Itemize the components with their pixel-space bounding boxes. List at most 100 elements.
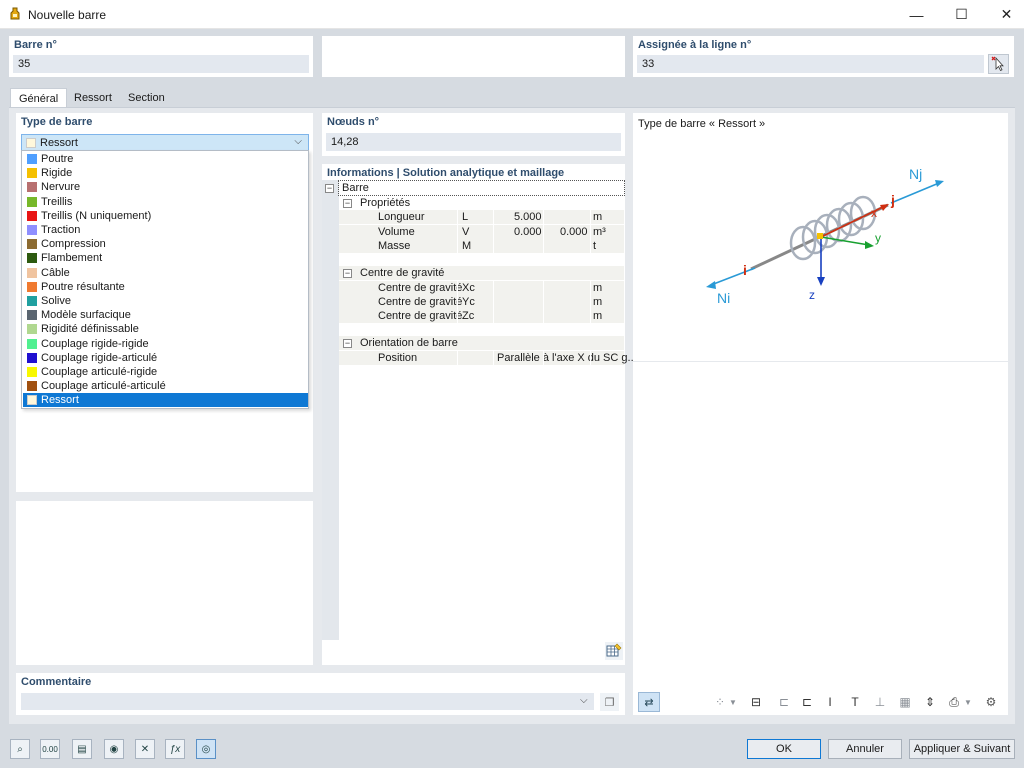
table-button[interactable]: ▤ — [72, 739, 92, 759]
column-separator — [457, 210, 458, 225]
dim-left-button[interactable]: ⊏ — [774, 692, 794, 712]
bar-type-option[interactable]: Couplage articulé-articulé — [23, 379, 308, 393]
member-section-button[interactable]: ⊟ — [746, 692, 766, 712]
app-icon — [10, 7, 20, 20]
nodes-field[interactable]: 14,28 — [326, 133, 621, 151]
maximize-button[interactable]: ☐ — [939, 0, 984, 29]
minimize-button[interactable]: — — [894, 0, 939, 29]
bar-type-option-label: Poutre résultante — [41, 280, 125, 293]
collapse-icon[interactable]: − — [343, 338, 352, 348]
tree-group-label: Orientation de barre — [360, 337, 458, 350]
chevron-down-icon: ▼ — [729, 697, 737, 707]
property-name: Longueur — [378, 211, 425, 224]
bar-type-option[interactable]: Couplage rigide-rigide — [23, 337, 308, 351]
table-icon: ▤ — [77, 743, 87, 755]
cursor-pick-icon — [991, 56, 1004, 72]
bar-type-option-label: Modèle surfacique — [41, 309, 131, 322]
property-symbol: Zc — [462, 310, 475, 323]
numeric-button[interactable]: 0.00 — [40, 739, 60, 759]
title-bar: Nouvelle barre — ☐ ✕ — [0, 0, 1024, 29]
apply-next-button[interactable]: Appliquer & Suivant — [909, 739, 1015, 759]
ok-button[interactable]: OK — [747, 739, 821, 759]
nodes-panel: Nœuds n° 14,28 — [322, 113, 625, 156]
bar-type-option-label: Compression — [41, 238, 106, 251]
bar-type-option-label: Couplage articulé-articulé — [41, 380, 166, 393]
i-section-button[interactable]: I — [820, 692, 840, 712]
comment-field[interactable] — [21, 693, 594, 710]
nj-arrow — [890, 182, 940, 204]
close-icon: ✕ — [1000, 6, 1013, 22]
close-button[interactable]: ✕ — [984, 0, 1024, 29]
bar-type-option[interactable]: Poutre — [23, 152, 308, 166]
print-dropdown[interactable]: ▼ — [962, 692, 974, 712]
bar-type-option-label: Flambement — [41, 252, 103, 265]
bar-type-option[interactable]: Rigide — [23, 166, 308, 180]
snap-icon: ⁘ — [714, 695, 726, 709]
search-button[interactable]: ⌕ — [10, 739, 30, 759]
minimize-icon: — — [909, 6, 924, 23]
export-table-button[interactable] — [605, 642, 623, 660]
display-button[interactable]: ◎ — [196, 739, 216, 759]
bar-number-field[interactable]: 35 — [13, 55, 309, 73]
bar-type-swatch — [27, 395, 37, 406]
cancel-button[interactable]: Annuler — [828, 739, 902, 759]
t-section-button[interactable]: T — [845, 692, 865, 712]
vertical-dim-button[interactable]: ⇕ — [920, 692, 940, 712]
underline-button[interactable]: ⊥ — [870, 692, 890, 712]
comment-copy-button[interactable]: ❐ — [600, 693, 619, 711]
grid-button[interactable]: ▦ — [895, 692, 915, 712]
bar-type-option[interactable]: Nervure — [23, 180, 308, 194]
bar-type-swatch — [27, 225, 37, 235]
nj-label: Nj — [909, 166, 922, 182]
bar-type-option[interactable]: Solive — [23, 294, 308, 308]
print-icon: ⎙ — [949, 694, 959, 709]
collapse-icon[interactable]: − — [343, 198, 352, 208]
bar-type-select[interactable]: Ressort ⌵ — [21, 134, 309, 151]
pick-line-button[interactable] — [988, 54, 1009, 74]
comment-label: Commentaire — [21, 676, 92, 688]
bar-type-option[interactable]: Poutre résultante — [23, 280, 308, 294]
snap-dropdown[interactable]: ▼ — [727, 692, 739, 712]
sync-view-button[interactable]: ⇄ — [638, 692, 660, 712]
bar-type-option-label: Couplage rigide-articulé — [41, 351, 158, 364]
bar-type-option[interactable]: Ressort — [23, 393, 308, 408]
dim-bracket-button[interactable]: ⊏ — [797, 692, 817, 712]
tree-row: − Centre de gravité — [339, 266, 624, 281]
property-unit: m — [593, 211, 603, 224]
formula-button[interactable]: ƒx — [165, 739, 185, 759]
bar-type-option[interactable]: Rigidité définissable — [23, 322, 308, 336]
bar-type-option-label: Nervure — [41, 181, 81, 194]
member-button[interactable]: ✕ — [135, 739, 155, 759]
bar-type-option-label: Rigidité définissable — [41, 323, 139, 336]
bar-type-option[interactable]: Treillis (N uniquement) — [23, 209, 308, 223]
tab-general[interactable]: Général — [10, 88, 68, 109]
bar-type-option[interactable]: Compression — [23, 237, 308, 251]
bar-type-option[interactable]: Couplage rigide-articulé — [23, 351, 308, 365]
tab-ressort[interactable]: Ressort — [66, 88, 120, 108]
bar-type-swatch — [27, 196, 37, 207]
column-separator — [457, 280, 458, 295]
property-value: 0.000 — [514, 225, 542, 238]
ni-arrow — [710, 267, 756, 286]
tree-row: − Barre — [325, 180, 625, 196]
chevron-down-icon: ⌵ — [294, 136, 302, 147]
column-separator — [543, 309, 544, 324]
assigned-line-field[interactable]: 33 — [637, 55, 984, 73]
bar-type-option[interactable]: Treillis — [23, 195, 308, 209]
bar-type-option[interactable]: Couplage articulé-rigide — [23, 365, 308, 379]
collapse-icon[interactable]: − — [325, 183, 334, 193]
bar-type-option[interactable]: Traction — [23, 223, 308, 237]
member-section-icon: ⊟ — [750, 695, 762, 709]
bar-type-option[interactable]: Modèle surfacique — [23, 308, 308, 322]
column-separator — [457, 294, 458, 309]
vertical-dim-icon: ⇕ — [924, 695, 936, 709]
chevron-down-icon[interactable]: ⌵ — [580, 695, 588, 706]
bar-type-option[interactable]: Flambement — [23, 251, 308, 265]
bar-type-option[interactable]: Câble — [23, 266, 308, 280]
collapse-icon[interactable]: − — [343, 268, 352, 278]
settings-button[interactable]: ⚙ — [981, 692, 1001, 712]
tree-row: − Propriétés — [339, 196, 624, 210]
print-button[interactable]: ⎙ — [944, 692, 964, 712]
view-button[interactable]: ◉ — [104, 739, 124, 759]
tab-section[interactable]: Section — [120, 88, 173, 108]
